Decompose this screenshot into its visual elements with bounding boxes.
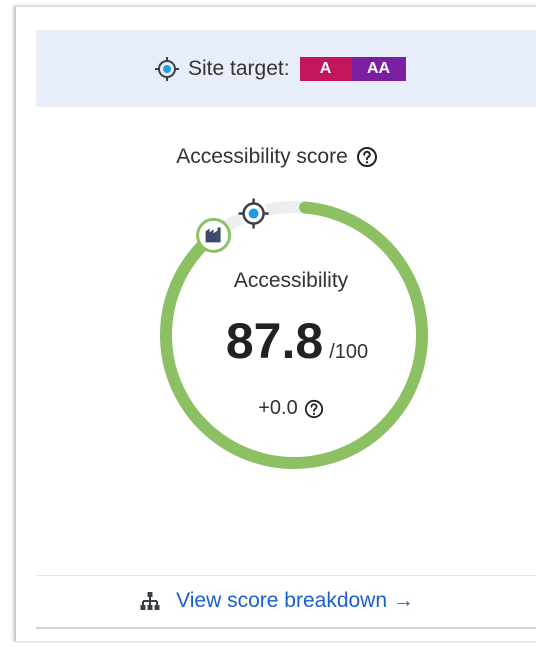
- score-title: Accessibility score: [16, 145, 536, 169]
- sitemap-icon: [140, 592, 160, 610]
- level-a-badge: A: [299, 57, 352, 81]
- score-value: 87.8: [225, 313, 324, 369]
- view-score-breakdown-link[interactable]: View score breakdown →: [16, 589, 536, 613]
- score-max: /100: [329, 341, 369, 363]
- panel-bottom-border: [36, 627, 536, 629]
- help-circle-icon[interactable]: [304, 399, 324, 419]
- view-score-breakdown-label: View score breakdown →: [176, 589, 414, 612]
- accessibility-score-panel: Site target: A AA Accessibility score Ac…: [14, 6, 536, 641]
- score-change-row: +0.0: [192, 397, 390, 420]
- help-circle-icon[interactable]: [356, 146, 378, 168]
- crosshair-icon: [155, 57, 179, 81]
- site-target-bar: Site target: A AA: [36, 30, 536, 107]
- score-change: +0.0: [258, 397, 298, 419]
- level-aa-badge: AA: [351, 57, 406, 81]
- score-title-text: Accessibility score: [176, 145, 348, 168]
- score-row: 87.8 /100: [192, 312, 402, 370]
- industry-benchmark-marker[interactable]: [196, 217, 232, 253]
- site-target-label: Site target:: [188, 57, 290, 80]
- footer-divider: [36, 575, 536, 576]
- site-target-group: Site target: A AA: [154, 55, 406, 83]
- gauge-label: Accessibility: [233, 269, 349, 292]
